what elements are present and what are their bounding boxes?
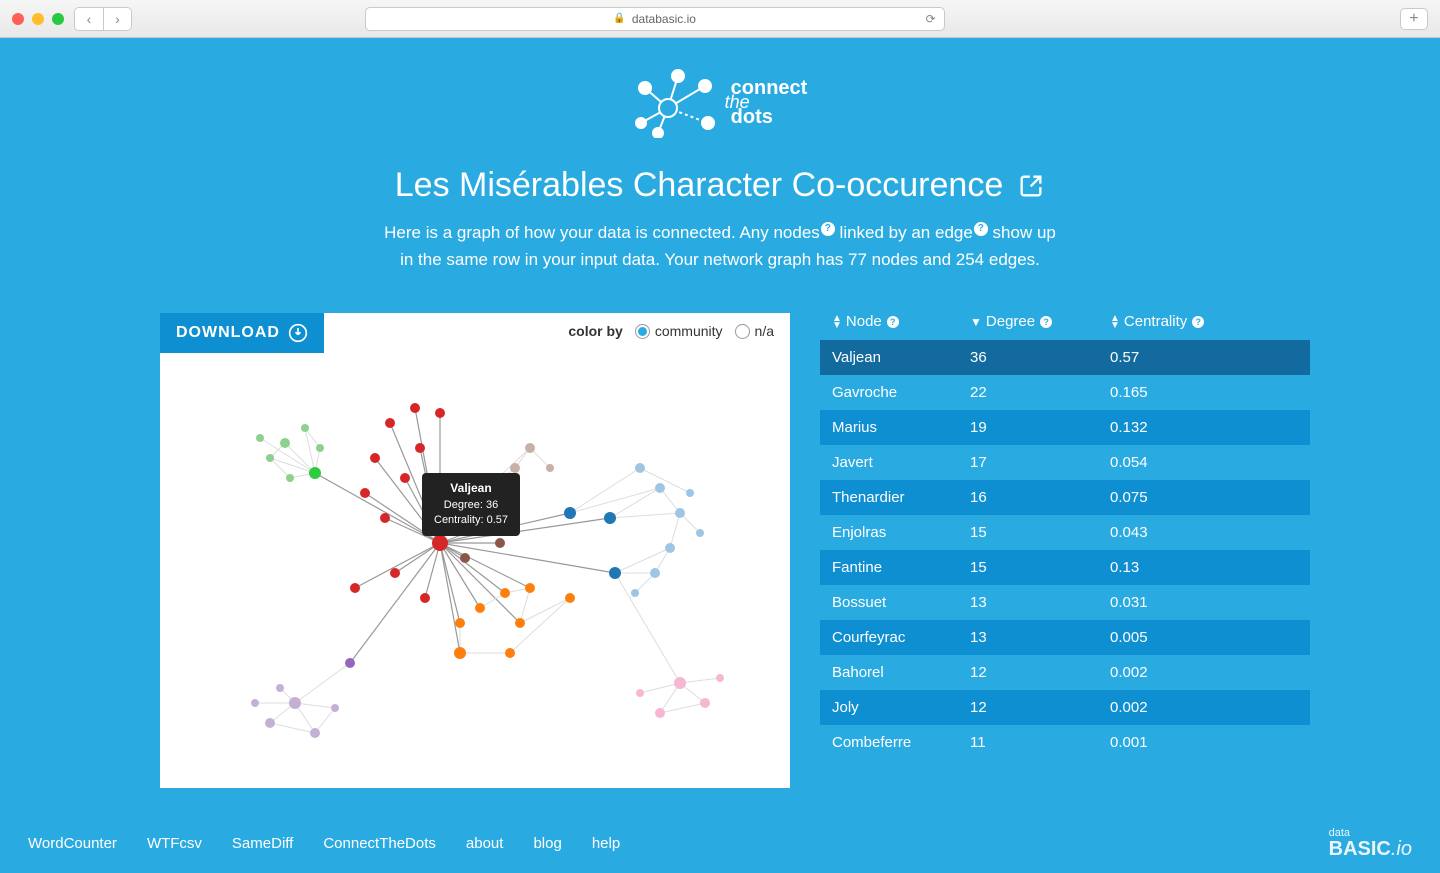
th-degree[interactable]: ▼ Degree ? bbox=[970, 313, 1110, 330]
url-bar[interactable]: 🔒 databasic.io ⟳ bbox=[365, 7, 945, 31]
help-icon[interactable]: ? bbox=[1040, 316, 1052, 328]
color-by-control: color by community n/a bbox=[568, 323, 774, 339]
table-row[interactable]: Marius190.132 bbox=[820, 410, 1310, 445]
footer-nav: WordCounter WTFcsv SameDiff ConnectTheDots a… bbox=[0, 814, 1440, 873]
download-icon bbox=[288, 323, 308, 343]
minimize-window-button[interactable] bbox=[32, 13, 44, 25]
logo-area: connect the dots bbox=[0, 38, 1440, 138]
help-icon[interactable]: ? bbox=[1192, 316, 1204, 328]
footer-link[interactable]: WordCounter bbox=[28, 835, 117, 852]
radio-icon bbox=[735, 324, 750, 339]
radio-icon bbox=[635, 324, 650, 339]
page-title: Les Misérables Character Co-occurence bbox=[395, 166, 1003, 205]
table-body: Valjean360.57Gavroche220.165Marius190.13… bbox=[820, 340, 1310, 760]
footer-link[interactable]: SameDiff bbox=[232, 835, 293, 852]
table-row[interactable]: Gavroche220.165 bbox=[820, 375, 1310, 410]
footer-link[interactable]: help bbox=[592, 835, 620, 852]
table-row[interactable]: Fantine150.13 bbox=[820, 550, 1310, 585]
data-table: ▲▼ Node ? ▼ Degree ? ▲▼ Centrality ? Val… bbox=[820, 313, 1310, 788]
network-logo-icon bbox=[633, 68, 723, 138]
lock-icon: 🔒 bbox=[613, 13, 625, 24]
sort-icon: ▲▼ bbox=[1110, 315, 1120, 329]
footer-link[interactable]: about bbox=[466, 835, 504, 852]
table-row[interactable]: Bossuet130.031 bbox=[820, 585, 1310, 620]
share-icon[interactable] bbox=[1017, 172, 1045, 200]
sort-desc-icon: ▼ bbox=[970, 315, 982, 329]
footer-link[interactable]: blog bbox=[533, 835, 561, 852]
table-row[interactable]: Javert170.054 bbox=[820, 445, 1310, 480]
url-text: databasic.io bbox=[632, 12, 696, 26]
sort-icon: ▲▼ bbox=[832, 315, 842, 329]
help-icon[interactable]: ? bbox=[974, 222, 988, 236]
footer-link[interactable]: ConnectTheDots bbox=[323, 835, 436, 852]
download-button[interactable]: DOWNLOAD bbox=[160, 313, 324, 353]
logo-text: connect the dots bbox=[731, 79, 808, 126]
traffic-lights bbox=[12, 13, 64, 25]
table-row[interactable]: Enjolras150.043 bbox=[820, 515, 1310, 550]
table-row[interactable]: Thenardier160.075 bbox=[820, 480, 1310, 515]
footer-link[interactable]: WTFcsv bbox=[147, 835, 202, 852]
back-button[interactable]: ‹ bbox=[75, 8, 103, 30]
new-tab-button[interactable]: + bbox=[1400, 8, 1428, 30]
graph-panel: DOWNLOAD color by community n/a Valjean … bbox=[160, 313, 790, 788]
forward-button[interactable]: › bbox=[103, 8, 131, 30]
table-header: ▲▼ Node ? ▼ Degree ? ▲▼ Centrality ? bbox=[820, 313, 1310, 340]
network-graph[interactable] bbox=[160, 313, 790, 783]
radio-na[interactable]: n/a bbox=[735, 323, 774, 339]
close-window-button[interactable] bbox=[12, 13, 24, 25]
reload-icon[interactable]: ⟳ bbox=[926, 12, 936, 26]
radio-community[interactable]: community bbox=[635, 323, 723, 339]
table-row[interactable]: Valjean360.57 bbox=[820, 340, 1310, 375]
table-row[interactable]: Bahorel120.002 bbox=[820, 655, 1310, 690]
table-row[interactable]: Combeferre110.001 bbox=[820, 725, 1310, 760]
table-row[interactable]: Joly120.002 bbox=[820, 690, 1310, 725]
th-centrality[interactable]: ▲▼ Centrality ? bbox=[1110, 313, 1310, 330]
table-row[interactable]: Courfeyrac130.005 bbox=[820, 620, 1310, 655]
browser-chrome: ‹ › 🔒 databasic.io ⟳ + bbox=[0, 0, 1440, 38]
help-icon[interactable]: ? bbox=[821, 222, 835, 236]
maximize-window-button[interactable] bbox=[52, 13, 64, 25]
nav-buttons: ‹ › bbox=[74, 7, 132, 31]
color-by-label: color by bbox=[568, 323, 622, 339]
footer-brand[interactable]: data BASIC.io bbox=[1329, 828, 1412, 859]
page: connect the dots Les Misérables Characte… bbox=[0, 38, 1440, 873]
logo[interactable]: connect the dots bbox=[633, 68, 808, 138]
subtitle: Here is a graph of how your data is conn… bbox=[0, 219, 1440, 273]
help-icon[interactable]: ? bbox=[887, 316, 899, 328]
th-node[interactable]: ▲▼ Node ? bbox=[820, 313, 970, 330]
